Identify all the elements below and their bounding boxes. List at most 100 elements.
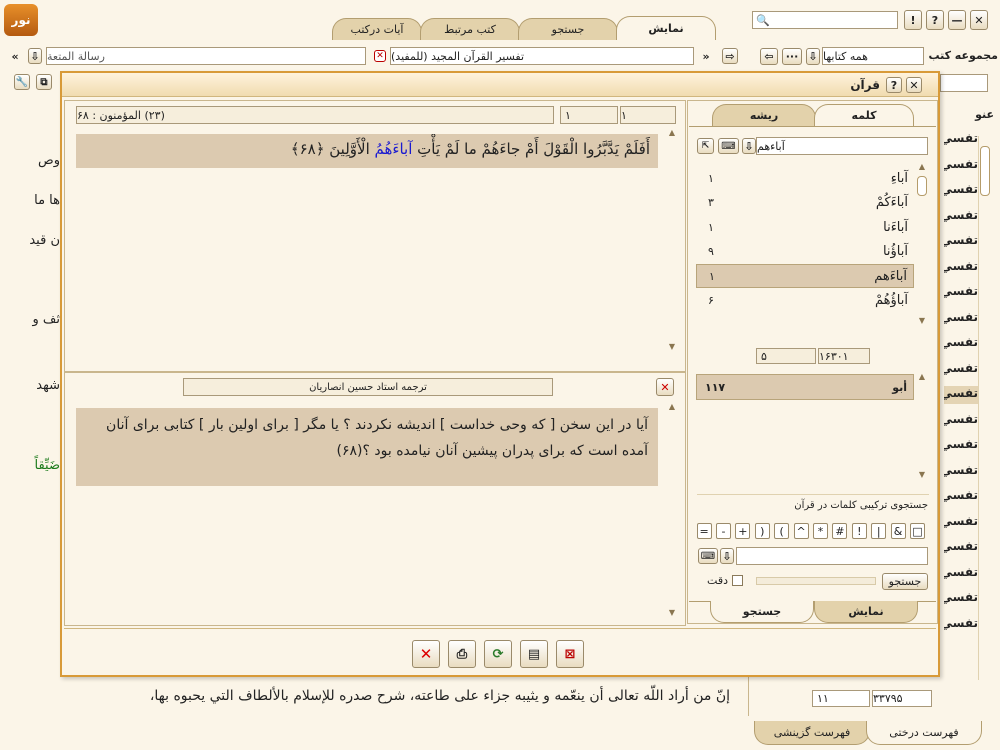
current-count-field[interactable]: ۱۱: [812, 690, 870, 707]
translation-scrollbar[interactable]: ▲ ▼: [666, 402, 678, 622]
wrench-icon[interactable]: 🔧: [14, 74, 30, 90]
book-left-title[interactable]: رسالة المتعة: [46, 47, 366, 65]
sidebar-book-item[interactable]: تفسي: [944, 233, 978, 251]
sidebar-book-item[interactable]: تفسي: [944, 437, 978, 455]
close-app-button[interactable]: ✕: [970, 10, 988, 30]
operator-button[interactable]: #: [832, 523, 848, 539]
operator-button[interactable]: (: [774, 523, 790, 539]
filter-icon[interactable]: ⇱: [697, 138, 714, 154]
root-list-scrollbar[interactable]: ▲ ▼: [916, 372, 928, 482]
operator-button[interactable]: *: [813, 523, 828, 539]
translator-field[interactable]: ترجمه استاد حسين انصاريان: [183, 378, 553, 396]
group-down-icon[interactable]: ⇩: [806, 48, 820, 65]
save-selection-icon[interactable]: ⊠: [556, 640, 584, 668]
sidebar-book-item[interactable]: تفسي: [944, 131, 978, 149]
word-list-item[interactable]: ۹ آباؤُنا: [696, 240, 914, 264]
sidebar-book-item[interactable]: تفسي: [944, 208, 978, 226]
more-options-button[interactable]: ···: [782, 48, 802, 65]
tab-dialog-namayesh[interactable]: نمایش: [814, 601, 918, 623]
sidebar-book-item[interactable]: تفسي: [944, 259, 978, 277]
minimize-button[interactable]: —: [948, 10, 966, 30]
root-list-item[interactable]: ۱۱۷ أبو: [696, 374, 914, 400]
sidebar-book-item[interactable]: تفسي: [944, 157, 978, 175]
combo-search-button[interactable]: جستجو: [882, 573, 928, 590]
sidebar-book-item[interactable]: تفسي: [944, 335, 978, 353]
word-search-input[interactable]: آباءهم: [756, 137, 928, 155]
word-dropdown-icon[interactable]: ⇩: [742, 138, 756, 154]
sidebar-search-input[interactable]: [940, 74, 988, 92]
sidebar-book-item[interactable]: تفسي: [944, 616, 978, 634]
keyboard-icon[interactable]: ⌨: [718, 138, 739, 154]
dialog-close-button[interactable]: ✕: [906, 77, 922, 93]
sidebar-book-item[interactable]: تفسي: [944, 361, 978, 379]
sidebar-book-item[interactable]: تفسي: [944, 590, 978, 608]
app-logo[interactable]: نور: [4, 4, 38, 36]
help-button[interactable]: ?: [926, 10, 944, 30]
word-current-field[interactable]: ۵: [756, 348, 816, 364]
word-list-scrollbar[interactable]: ▲ ▼: [916, 162, 928, 330]
operator-button[interactable]: |: [871, 523, 887, 539]
sidebar-book-item[interactable]: تفسي: [944, 539, 978, 557]
copy-icon[interactable]: ▤: [520, 640, 548, 668]
combo-keyboard-icon[interactable]: ⌨: [698, 548, 718, 564]
prev-book-icon[interactable]: ⇦: [760, 48, 778, 65]
sidebar-book-item[interactable]: تفسي: [944, 463, 978, 481]
sidebar-book-item[interactable]: تفسي: [944, 386, 978, 404]
verse-highlight-word[interactable]: آباءَهُمُ: [375, 140, 413, 158]
nav-back-double-icon[interactable]: «: [7, 48, 23, 64]
nav-right-icon[interactable]: ⇨: [722, 48, 738, 64]
tab-aayat-dar-kotob[interactable]: آيات درکتب: [332, 18, 422, 40]
word-list-item[interactable]: ۱ آباءَنا: [696, 215, 914, 239]
print-icon[interactable]: ⎙: [448, 640, 476, 668]
verse-scrollbar[interactable]: ▲ ▼: [666, 128, 678, 368]
sidebar-scrollbar[interactable]: [978, 136, 990, 680]
precision-checkbox[interactable]: [732, 575, 743, 586]
verse-page-field[interactable]: ۱: [620, 106, 676, 124]
word-count: ۱: [708, 220, 714, 234]
dialog-help-button[interactable]: ?: [886, 77, 902, 93]
operator-button[interactable]: +: [735, 523, 751, 539]
sidebar-book-item[interactable]: تفسي: [944, 182, 978, 200]
operator-button[interactable]: ): [754, 523, 770, 539]
nav-forward-double-icon[interactable]: »: [698, 48, 714, 64]
book-group-select[interactable]: همه کتابها: [822, 47, 924, 65]
tab-fehrest-derakhti[interactable]: فهرست درختی: [866, 721, 982, 745]
tab-fehrest-gozineshi[interactable]: فهرست گزینشی: [754, 721, 870, 745]
sidebar-book-item[interactable]: تفسي: [944, 488, 978, 506]
book-title-field[interactable]: تفسير القرآن المجيد (للمفيد): [390, 47, 694, 65]
nav-down-icon[interactable]: ⇩: [28, 48, 42, 64]
word-list-item[interactable]: ۳ آباءَكُمْ: [696, 191, 914, 215]
sidebar-book-item[interactable]: تفسي: [944, 514, 978, 532]
verse-text[interactable]: أَفَلَمْ يَدَّبَّرُوا الْقَوْلَ أَمْ جاء…: [76, 134, 658, 168]
translation-text[interactable]: آيا در اين سخن [ كه وحى خداست ] انديشه ن…: [76, 408, 658, 486]
word-list-item[interactable]: ۶ آباؤُهُمْ: [696, 289, 914, 313]
tab-kotob-mortabet[interactable]: کتب مرتبط: [420, 18, 520, 40]
close-book-button[interactable]: ✕: [374, 50, 386, 62]
operator-button[interactable]: =: [696, 523, 712, 539]
tab-namayesh[interactable]: نمایش: [616, 16, 716, 40]
operator-button[interactable]: ^: [793, 523, 809, 539]
tab-kalame[interactable]: کلمه: [814, 104, 914, 126]
operator-button[interactable]: -: [716, 523, 731, 539]
dialog-cancel-icon[interactable]: ✕: [412, 640, 440, 668]
sidebar-book-item[interactable]: تفسي: [944, 310, 978, 328]
tab-dialog-jostojoo[interactable]: جستجو: [710, 601, 814, 623]
tab-jostojoo[interactable]: جستجو: [518, 18, 618, 40]
combo-dropdown-icon[interactable]: ⇩: [720, 548, 734, 564]
export-icon[interactable]: ⧉: [36, 74, 52, 90]
operator-button[interactable]: □: [910, 523, 925, 539]
global-search-input[interactable]: 🔍: [752, 11, 898, 29]
sidebar-book-item[interactable]: تفسي: [944, 565, 978, 583]
verse-of-field: ۱: [560, 106, 618, 124]
sidebar-book-item[interactable]: تفسي: [944, 284, 978, 302]
word-list-item[interactable]: ۱ آباءَهم: [696, 264, 914, 288]
tab-risheh[interactable]: ریشه: [712, 104, 816, 126]
translation-close-button[interactable]: ✕: [656, 378, 674, 396]
export-verse-icon[interactable]: ⟳: [484, 640, 512, 668]
info-button[interactable]: !: [904, 10, 922, 30]
operator-button[interactable]: &: [890, 523, 906, 539]
sidebar-book-item[interactable]: تفسي: [944, 412, 978, 430]
word-list-item[interactable]: ۱ آباءِ: [696, 166, 914, 190]
operator-button[interactable]: !: [851, 523, 867, 539]
combo-search-input[interactable]: [736, 547, 928, 565]
